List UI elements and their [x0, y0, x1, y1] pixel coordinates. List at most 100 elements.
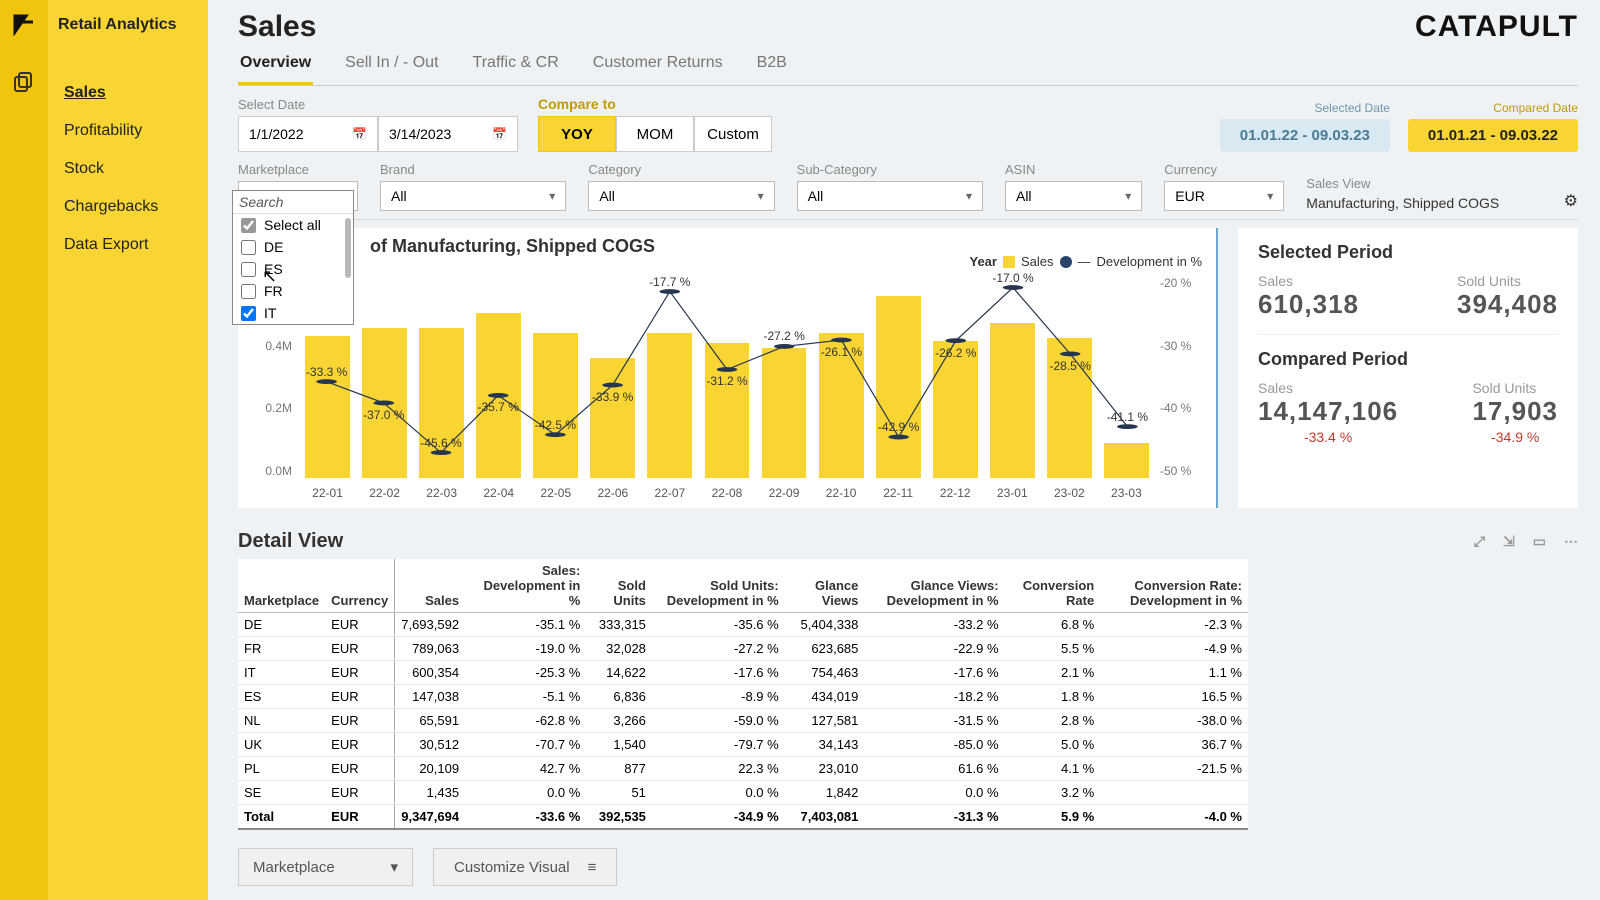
line-data-label: -27.2 %: [764, 329, 805, 343]
col-header[interactable]: Sales: [395, 559, 465, 613]
table-row[interactable]: ESEUR147,038-5.1 %6,836-8.9 %434,019-18.…: [238, 685, 1248, 709]
legend-dev-swatch: [1060, 256, 1072, 268]
page-title: Sales: [238, 10, 316, 44]
line-data-label: -42.5 %: [535, 418, 576, 432]
app-logo-icon: [10, 10, 38, 38]
col-header[interactable]: Glance Views: Development in %: [864, 559, 1004, 613]
line-data-label: -42.9 %: [878, 420, 919, 434]
x-tick: 23-03: [1111, 486, 1142, 500]
date-from-input[interactable]: 1/1/2022📅: [238, 116, 378, 152]
x-tick: 22-02: [369, 486, 400, 500]
x-tick: 22-10: [826, 486, 857, 500]
sidebar-item-sales[interactable]: Sales: [58, 74, 198, 112]
marketplace-option-it[interactable]: IT: [233, 302, 353, 324]
x-tick: 22-03: [426, 486, 457, 500]
company-logo: CATAPULT: [1415, 10, 1578, 44]
col-header[interactable]: Sold Units: Development in %: [652, 559, 785, 613]
sidebar: Retail Analytics SalesProfitabilityStock…: [48, 0, 208, 900]
brand-select[interactable]: All: [380, 181, 566, 211]
line-data-label: -41.1 %: [1107, 410, 1148, 424]
focus-icon[interactable]: ▭: [1533, 533, 1546, 550]
col-header[interactable]: Conversion Rate: Development in %: [1100, 559, 1248, 613]
col-header[interactable]: Sold Units: [586, 559, 652, 613]
table-total-row: TotalEUR9,347,694-33.6 %392,535-34.9 %7,…: [238, 805, 1248, 830]
marketplace-label: Marketplace: [238, 162, 358, 177]
sidebar-item-stock[interactable]: Stock: [58, 150, 198, 188]
tab-traffic-cr[interactable]: Traffic & CR: [471, 48, 561, 85]
date-to-input[interactable]: 3/14/2023📅: [378, 116, 518, 152]
table-row[interactable]: UKEUR30,512-70.7 %1,540-79.7 %34,143-85.…: [238, 733, 1248, 757]
kpi-selected-sales: 610,318: [1258, 289, 1359, 320]
compared-date-caption: Compared Date: [1408, 101, 1578, 115]
x-tick: 22-06: [597, 486, 628, 500]
line-data-label: -17.0 %: [992, 271, 1033, 285]
drill-up-icon[interactable]: ⤢: [1474, 533, 1485, 550]
marketplace-option-select-all[interactable]: Select all: [233, 214, 353, 236]
marketplace-option-fr[interactable]: FR: [233, 280, 353, 302]
compare-to-label: Compare to: [538, 96, 772, 112]
detail-table: MarketplaceCurrencySalesSales: Developme…: [238, 559, 1248, 830]
sidebar-item-data-export[interactable]: Data Export: [58, 226, 198, 264]
footer-controls: Marketplace▾ Customize Visual≡: [238, 848, 1578, 886]
compared-date-pill: 01.01.21 - 09.03.22: [1408, 119, 1578, 152]
salesview-value: Manufacturing, Shipped COGS: [1306, 195, 1541, 211]
col-header[interactable]: Marketplace: [238, 559, 325, 613]
x-tick: 22-01: [312, 486, 343, 500]
customize-visual-button[interactable]: Customize Visual≡: [433, 848, 617, 886]
date-row: Select Date 1/1/2022📅 3/14/2023📅 Compare…: [238, 96, 1578, 152]
filter-settings-icon[interactable]: ⚙: [1564, 191, 1578, 211]
table-row[interactable]: DEEUR7,693,592-35.1 %333,315-35.6 %5,404…: [238, 613, 1248, 637]
sidebar-item-chargebacks[interactable]: Chargebacks: [58, 188, 198, 226]
drill-down-icon[interactable]: ⇲: [1503, 533, 1515, 550]
kpi-compared-title: Compared Period: [1258, 349, 1558, 370]
compare-custom-button[interactable]: Custom: [694, 116, 772, 152]
table-row[interactable]: ITEUR600,354-25.3 %14,622-17.6 %754,463-…: [238, 661, 1248, 685]
x-tick: 22-09: [769, 486, 800, 500]
line-data-label: -33.9 %: [592, 390, 633, 404]
col-header[interactable]: Conversion Rate: [1005, 559, 1101, 613]
tab-b-b[interactable]: B2B: [755, 48, 789, 85]
tab-customer-returns[interactable]: Customer Returns: [591, 48, 725, 85]
line-data-label: -28.5 %: [1050, 359, 1091, 373]
kpi-selected-units: 394,408: [1457, 289, 1558, 320]
detail-title: Detail View: [238, 530, 343, 553]
kpi-sales-delta: -33.4 %: [1258, 429, 1398, 445]
table-row[interactable]: SEEUR1,4350.0 %510.0 %1,8420.0 %3.2 %: [238, 781, 1248, 805]
table-row[interactable]: NLEUR65,591-62.8 %3,266-59.0 %127,581-31…: [238, 709, 1248, 733]
y2-axis: -20 %-30 %-40 %-50 %: [1160, 276, 1208, 478]
kpi-panel: Selected Period Sales 610,318 Sold Units…: [1238, 228, 1578, 508]
asin-select[interactable]: All: [1005, 181, 1142, 211]
category-label: Category: [588, 162, 774, 177]
dropdown-search[interactable]: Search: [233, 191, 353, 214]
dropdown-scrollbar[interactable]: [345, 218, 351, 278]
marketplace-dropdown[interactable]: Search Select allDEESFRIT: [232, 190, 354, 325]
currency-select[interactable]: EUR: [1164, 181, 1284, 211]
currency-label: Currency: [1164, 162, 1284, 177]
copy-icon[interactable]: [10, 68, 38, 96]
compare-yoy-button[interactable]: YOY: [538, 116, 616, 152]
sidebar-item-profitability[interactable]: Profitability: [58, 112, 198, 150]
col-header[interactable]: Glance Views: [785, 559, 865, 613]
line-data-label: -31.2 %: [706, 374, 747, 388]
compare-segmented: YOYMOMCustom: [538, 116, 772, 152]
tab-overview[interactable]: Overview: [238, 48, 313, 85]
subtabs: Overview Sell In / - Out Traffic & CR Custo…: [238, 48, 1578, 86]
marketplace-option-de[interactable]: DE: [233, 236, 353, 258]
subcategory-select[interactable]: All: [797, 181, 983, 211]
chart-plot-area: 22-0122-0222-0322-0422-0522-0622-0722-08…: [298, 276, 1156, 478]
col-header[interactable]: Currency: [325, 559, 395, 613]
more-icon[interactable]: ⋯: [1564, 533, 1578, 550]
col-header[interactable]: Sales: Development in %: [465, 559, 586, 613]
table-row[interactable]: FREUR789,063-19.0 %32,028-27.2 %623,685-…: [238, 637, 1248, 661]
tab-sell-in-out[interactable]: Sell In / - Out: [343, 48, 440, 85]
select-date-label: Select Date: [238, 97, 518, 112]
marketplace-option-es[interactable]: ES: [233, 258, 353, 280]
table-row[interactable]: PLEUR20,10942.7 %87722.3 %23,01061.6 %4.…: [238, 757, 1248, 781]
category-select[interactable]: All: [588, 181, 774, 211]
product-name: Retail Analytics: [58, 16, 198, 34]
compare-mom-button[interactable]: MOM: [616, 116, 694, 152]
footer-marketplace-select[interactable]: Marketplace▾: [238, 848, 413, 886]
chart-legend: Year Sales — Development in %: [969, 254, 1202, 269]
line-data-label: -33.3 %: [306, 365, 347, 379]
x-tick: 22-11: [883, 486, 913, 500]
